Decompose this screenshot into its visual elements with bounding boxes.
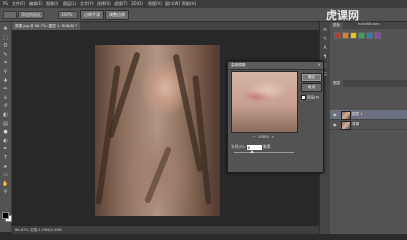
character-icon[interactable]: A [322, 46, 328, 52]
preview-label: 预览(P) [307, 95, 320, 100]
swatch[interactable] [374, 32, 381, 39]
cancel-button[interactable]: 取消 [301, 83, 322, 92]
status-bar: 66.67% 文档:2.25M/4.50M [12, 226, 319, 234]
ok-button[interactable]: 确定 [301, 73, 322, 82]
type-icon[interactable]: T [2, 155, 9, 161]
menu-item[interactable]: 文字(Y) [80, 1, 94, 7]
path-select-icon[interactable]: ➤ [2, 164, 9, 170]
foreground-color-swatch[interactable] [2, 212, 9, 219]
pen-icon[interactable]: ✒ [2, 146, 9, 152]
slider-handle[interactable] [250, 150, 254, 153]
menu-item[interactable]: 选择(S) [97, 1, 111, 7]
brush-settings-icon[interactable]: ✎ [322, 37, 328, 43]
crop-icon[interactable]: ⌗ [2, 60, 9, 66]
dodge-icon[interactable]: ◐ [2, 138, 9, 144]
visibility-eye-icon[interactable]: ◉ [333, 110, 337, 119]
blur-icon[interactable]: ● [2, 129, 9, 135]
hand-icon[interactable]: ✋ [2, 181, 9, 187]
layer-thumbnail [341, 121, 351, 130]
gradient-icon[interactable]: ▤ [2, 121, 9, 127]
status-text: 66.67% 文档:2.25M/4.50M [15, 228, 62, 232]
document-tab-bar: 原图.jpg @ 66.7% (图层 1, RGB/8) * [12, 22, 319, 30]
menu-item[interactable]: 窗口(W) [165, 1, 180, 7]
swatches-tab[interactable]: 颜色 [330, 22, 344, 29]
menu-item[interactable]: PS [3, 1, 8, 6]
radius-input[interactable]: 6 [246, 144, 262, 150]
layers-tab[interactable]: 图层 [330, 80, 344, 87]
menu-item[interactable]: 视图(V) [148, 1, 162, 7]
feather-input[interactable]: 100% [58, 11, 78, 19]
blur-preview[interactable] [231, 71, 298, 133]
history-brush-icon[interactable]: ↺ [2, 103, 9, 109]
layer-name: 背景 [352, 122, 360, 126]
dialog-title-bar[interactable]: 高斯模糊 × [228, 62, 323, 70]
swatch[interactable] [334, 32, 341, 39]
radius-slider[interactable] [234, 150, 294, 153]
refine-edge-button[interactable]: 调整边缘 [105, 10, 129, 20]
smooth-edge-button[interactable]: 边缘平滑 [80, 10, 104, 20]
gaussian-blur-dialog: 高斯模糊 × − 100% + 半径(R): 6 像素 确定 取消 预览(P) [227, 61, 324, 173]
watermark-url: huke88.com [358, 22, 380, 26]
layer-name: 图层 1 [352, 112, 363, 116]
document-tab[interactable]: 原图.jpg @ 66.7% (图层 1, RGB/8) * [12, 22, 81, 30]
menu-item[interactable]: 滤镜(T) [114, 1, 128, 7]
shape-icon[interactable]: ▭ [2, 172, 9, 178]
menu-item[interactable]: 图层(L) [63, 1, 76, 7]
menu-item[interactable]: 编辑(E) [29, 1, 43, 7]
zoom-icon[interactable]: ⚲ [2, 189, 9, 195]
history-icon[interactable]: ⟲ [322, 28, 328, 34]
preview-checkbox[interactable] [301, 95, 306, 100]
dialog-title: 高斯模糊 [231, 63, 246, 67]
swatch[interactable] [350, 32, 357, 39]
move-icon[interactable]: ✥ [2, 26, 9, 32]
marquee-icon[interactable]: ⬚ [2, 35, 9, 41]
swatch[interactable] [358, 32, 365, 39]
menu-item[interactable]: 图像(I) [46, 1, 58, 7]
visibility-eye-icon[interactable]: ◉ [333, 120, 337, 129]
swatch[interactable] [366, 32, 373, 39]
zoom-value: 100% [258, 134, 269, 139]
zoom-out-icon[interactable]: − [252, 134, 255, 139]
swatch[interactable] [342, 32, 349, 39]
radius-unit: 像素 [262, 144, 271, 149]
layer-thumbnail [341, 111, 351, 120]
right-panels: 颜色 图层 ◉ 图层 1 ◉ 背景 [330, 22, 407, 234]
zoom-controls: − 100% + [231, 134, 296, 140]
document-image[interactable] [95, 45, 220, 216]
stamp-icon[interactable]: ♙ [2, 95, 9, 101]
layer-row[interactable]: ◉ 图层 1 [330, 110, 407, 120]
lasso-icon[interactable]: ʘ [2, 43, 9, 49]
tool-preset-picker[interactable] [3, 11, 17, 19]
eraser-icon[interactable]: ◧ [2, 112, 9, 118]
layers-panel-header[interactable]: 图层 [330, 80, 407, 87]
radius-label: 半径(R): [231, 144, 246, 149]
watermark-logo: 虎课网 [326, 9, 359, 22]
layer-row[interactable]: ◉ 背景 [330, 120, 407, 130]
close-icon[interactable]: × [317, 62, 321, 69]
brush-icon[interactable]: ✏ [2, 86, 9, 92]
selection-mode-dropdown[interactable]: 添加到选区 [18, 11, 44, 19]
healing-icon[interactable]: ✚ [2, 78, 9, 84]
menu-item[interactable]: 文件(F) [12, 1, 25, 7]
eyedropper-icon[interactable]: ⚲ [2, 69, 9, 75]
menu-item[interactable]: 帮助(H) [182, 1, 196, 7]
radius-row: 半径(R): 6 像素 [231, 143, 316, 150]
tools-panel: ✥ ⬚ ʘ ✎ ⌗ ⚲ ✚ ✏ ♙ ↺ ◧ ▤ ● ◐ ✒ T ➤ ▭ ✋ ⚲ [0, 22, 12, 232]
menu-item[interactable]: 3D(D) [131, 1, 143, 6]
preview-option[interactable]: 预览(P) [301, 95, 319, 101]
quick-select-icon[interactable]: ✎ [2, 52, 9, 58]
zoom-in-icon[interactable]: + [271, 134, 274, 139]
